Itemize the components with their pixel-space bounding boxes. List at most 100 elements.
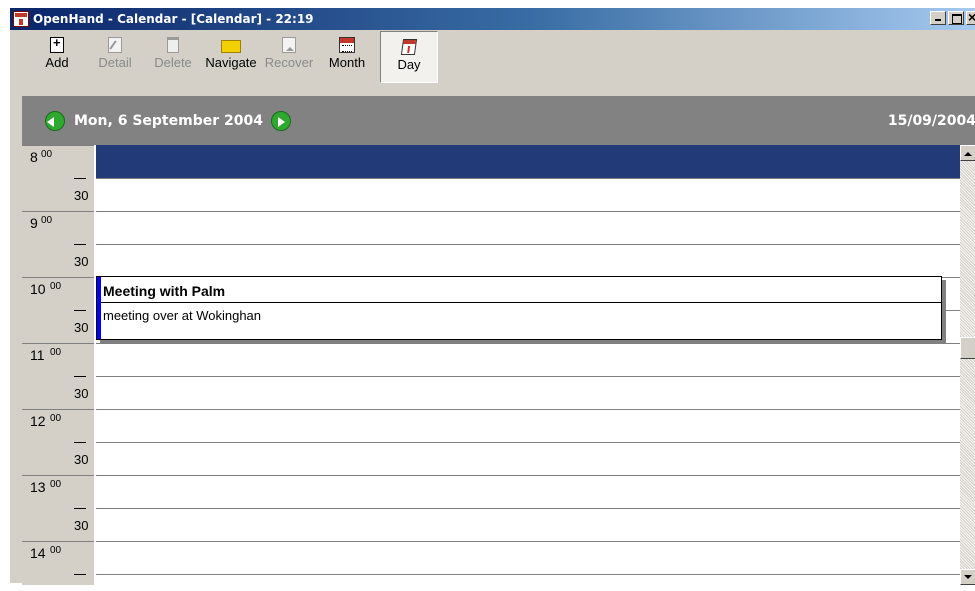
month-button-label: Month (328, 55, 366, 70)
hour-value: 8 (30, 149, 38, 165)
detail-button-label: Detail (98, 55, 132, 70)
time-slot-row[interactable] (96, 475, 960, 508)
half-hour-label: 30 (22, 178, 94, 211)
date-navigation-bar: Mon, 6 September 2004 15/09/2004 (22, 96, 975, 145)
hour-value: 10 (30, 281, 46, 297)
hour-label: 8 00 (22, 145, 94, 178)
month-icon (339, 37, 355, 53)
half-hour-label: 30 (22, 508, 94, 541)
add-button[interactable]: Add (28, 31, 86, 83)
hour-value: 11 (30, 347, 45, 363)
minute-value: 30 (74, 518, 89, 533)
app-window: OpenHand - Calendar - [Calendar] - 22:19… (9, 7, 975, 585)
half-hour-tick (74, 574, 86, 575)
window-title: OpenHand - Calendar - [Calendar] - 22:19 (33, 12, 314, 26)
half-hour-tick (74, 178, 86, 179)
time-slot-row[interactable] (96, 541, 960, 574)
recover-button-label: Recover (264, 55, 314, 70)
scroll-up-arrow-icon[interactable] (960, 145, 975, 161)
hour-value: 12 (30, 413, 46, 429)
add-button-label: Add (45, 55, 69, 70)
half-hour-label: 30 (22, 376, 94, 409)
time-slot-row[interactable] (96, 376, 960, 409)
minute-value: 00 (50, 281, 62, 292)
hour-label: 9 00 (22, 211, 94, 244)
minute-value: 30 (74, 386, 89, 401)
time-slot-row[interactable] (96, 343, 960, 376)
day-button-label: Day (397, 57, 421, 72)
time-slot-row[interactable] (96, 244, 960, 277)
delete-button-label: Delete (154, 55, 192, 70)
title-bar: OpenHand - Calendar - [Calendar] - 22:19 (10, 8, 975, 30)
time-slot-row[interactable] (96, 508, 960, 541)
hour-label: 13 00 (22, 475, 94, 508)
recover-button[interactable]: Recover (260, 31, 318, 83)
hour-value: 9 (30, 215, 38, 231)
time-slot-row[interactable] (96, 178, 960, 211)
half-hour-label: 30 (22, 310, 94, 343)
time-slot-row-selected[interactable] (96, 145, 960, 178)
minimize-button[interactable] (930, 11, 946, 25)
maximize-button[interactable] (948, 11, 964, 25)
window-controls (930, 9, 975, 25)
minute-value: 30 (74, 320, 89, 335)
next-day-arrow-icon[interactable] (270, 110, 291, 131)
add-icon (50, 35, 64, 53)
navigate-icon (221, 40, 241, 53)
hour-label: 11 00 (22, 343, 94, 376)
navigate-button-label: Navigate (205, 55, 257, 70)
half-hour-label: 30 (22, 574, 94, 585)
hour-value: 13 (30, 479, 46, 495)
event-description: meeting over at Wokinghan (103, 308, 262, 323)
half-hour-tick (74, 310, 86, 311)
minute-value: 30 (74, 254, 89, 269)
minute-value: 00 (50, 347, 62, 358)
half-hour-tick (74, 376, 86, 377)
event-meeting[interactable]: Meeting with Palm meeting over at Woking… (96, 276, 942, 340)
scroll-down-arrow-icon[interactable] (960, 569, 975, 585)
half-hour-label: 30 (22, 244, 94, 277)
hour-label: 12 00 (22, 409, 94, 442)
delete-button[interactable]: Delete (144, 31, 202, 83)
delete-icon (167, 37, 179, 53)
minute-value: 30 (74, 188, 89, 203)
minute-value: 00 (41, 149, 53, 160)
time-slot-row[interactable] (96, 574, 960, 585)
event-divider (101, 302, 941, 303)
openhand-app-icon[interactable] (13, 11, 29, 27)
navigate-button[interactable]: Navigate (202, 31, 260, 83)
time-slot-row[interactable] (96, 211, 960, 244)
today-date[interactable]: 15/09/2004 (888, 113, 975, 129)
current-date: Mon, 6 September 2004 (74, 112, 263, 129)
minute-value: 00 (50, 413, 62, 424)
month-button[interactable]: Month (318, 31, 376, 83)
half-hour-tick (74, 442, 86, 443)
hour-label: 10 00 (22, 277, 94, 310)
hour-value: 14 (30, 545, 46, 561)
detail-icon (108, 37, 122, 53)
day-icon (400, 39, 418, 55)
recover-icon (282, 37, 296, 53)
day-view-grid: 8003090030100030110030120030130030140030… (22, 145, 975, 585)
toolbar: Add Detail Delete Navigate Recover Month… (10, 31, 975, 91)
half-hour-label: 30 (22, 442, 94, 475)
day-button[interactable]: Day (380, 31, 438, 83)
time-slot-row[interactable] (96, 409, 960, 442)
detail-button[interactable]: Detail (86, 31, 144, 83)
minute-value: 30 (74, 452, 89, 467)
minute-value: 00 (41, 215, 53, 226)
event-title: Meeting with Palm (103, 283, 226, 299)
scroll-thumb[interactable] (960, 337, 975, 359)
time-column: 8003090030100030110030120030130030140030 (22, 145, 94, 585)
event-color-bar (97, 277, 101, 339)
vertical-scrollbar[interactable] (960, 145, 975, 585)
time-slot-row[interactable] (96, 442, 960, 475)
minute-value: 00 (50, 479, 62, 490)
close-button[interactable] (966, 9, 975, 25)
minute-value: 00 (50, 545, 62, 556)
half-hour-tick (74, 508, 86, 509)
hour-label: 14 00 (22, 541, 94, 574)
half-hour-tick (74, 244, 86, 245)
minute-value: 30 (74, 584, 88, 585)
previous-day-arrow-icon[interactable] (45, 110, 65, 131)
